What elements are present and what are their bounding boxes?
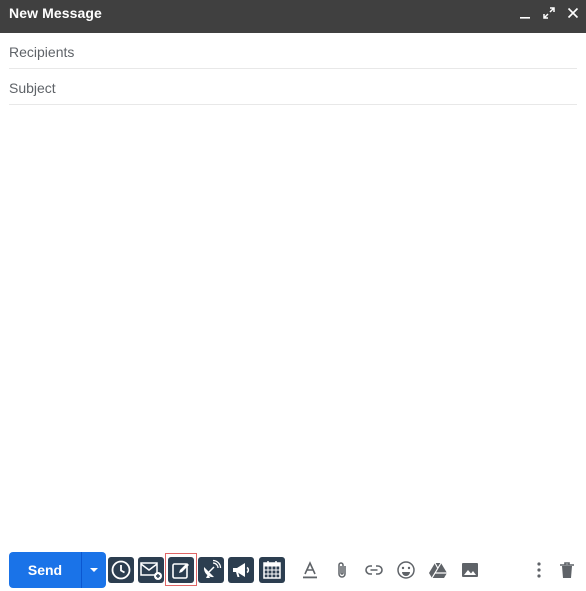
- minimize-icon: [520, 17, 530, 19]
- calendar-icon: [263, 561, 281, 579]
- emoji-icon: [397, 561, 415, 579]
- more-options-button[interactable]: [527, 558, 551, 582]
- megaphone-icon: [233, 563, 250, 577]
- close-button[interactable]: [565, 5, 581, 21]
- send-button[interactable]: Send: [9, 552, 81, 588]
- insert-link-button[interactable]: [362, 558, 386, 582]
- caret-down-icon: [90, 568, 98, 572]
- schedule-send-button[interactable]: [108, 557, 134, 583]
- satellite-dish-icon: [203, 559, 222, 578]
- subject-placeholder: Subject: [9, 80, 56, 96]
- tracking-button[interactable]: [198, 557, 224, 583]
- more-vertical-icon: [537, 562, 541, 578]
- insert-drive-button[interactable]: [426, 558, 450, 582]
- recipients-placeholder: Recipients: [9, 44, 75, 60]
- attach-files-button[interactable]: [330, 558, 354, 582]
- edit-button[interactable]: [168, 557, 194, 583]
- minimize-button[interactable]: [517, 5, 533, 21]
- calendar-button[interactable]: [259, 557, 285, 583]
- insert-photo-button[interactable]: [458, 558, 482, 582]
- message-body[interactable]: [9, 106, 577, 546]
- mail-add-button[interactable]: [138, 557, 164, 583]
- compose-titlebar: New Message: [0, 0, 586, 33]
- send-options-button[interactable]: [82, 552, 106, 588]
- formatting-options-button[interactable]: [298, 558, 322, 582]
- photo-icon: [462, 563, 478, 577]
- insert-emoji-button[interactable]: [394, 558, 418, 582]
- edit-icon: [172, 563, 189, 579]
- send-button-group: Send: [9, 552, 106, 588]
- discard-draft-button[interactable]: [555, 558, 579, 582]
- compose-title: New Message: [9, 5, 102, 21]
- subject-field[interactable]: Subject: [9, 69, 577, 105]
- mail-add-icon: [140, 562, 162, 580]
- fullscreen-button[interactable]: [541, 5, 557, 21]
- expand-icon: [543, 7, 555, 19]
- trash-icon: [560, 562, 574, 578]
- recipients-field[interactable]: Recipients: [9, 33, 577, 69]
- drive-icon: [429, 562, 447, 579]
- attach-icon: [338, 562, 346, 578]
- close-icon: [567, 7, 579, 19]
- text-format-icon: [303, 561, 317, 579]
- announcement-button[interactable]: [228, 557, 254, 583]
- clock-icon: [111, 560, 131, 580]
- link-icon: [365, 565, 383, 575]
